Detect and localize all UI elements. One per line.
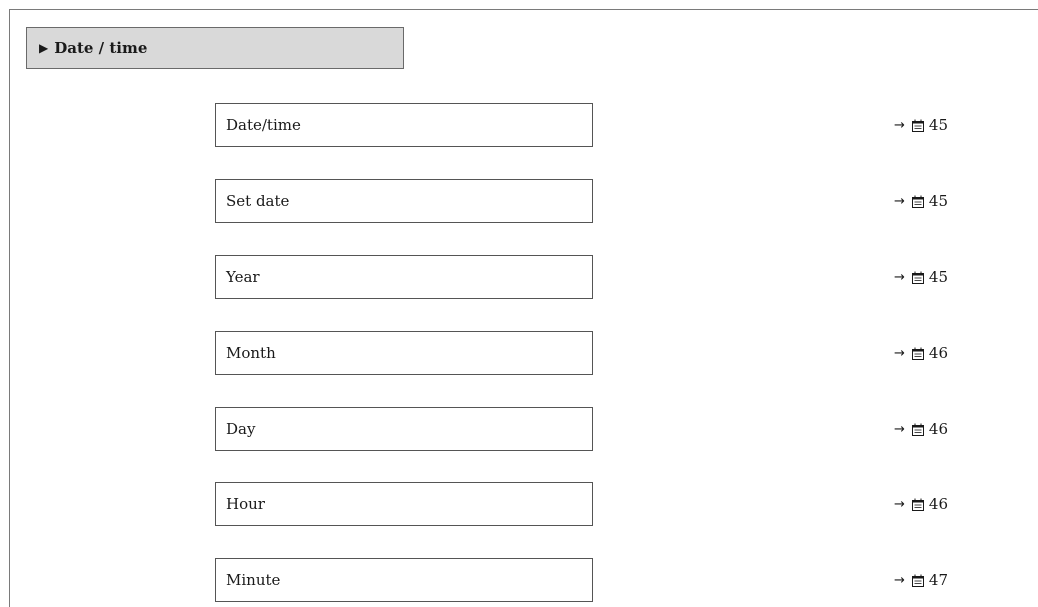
arrow-right-icon: →: [894, 496, 905, 512]
page-number: 46: [928, 420, 948, 438]
parameter-row-minute: Minute → 47: [0, 558, 1038, 602]
page-icon: [911, 195, 924, 208]
page-icon: [911, 574, 924, 587]
page-number: 45: [928, 192, 948, 210]
submenu-header: ▶ Date / time: [26, 27, 404, 69]
page-icon: [911, 498, 924, 511]
parameter-row-hour: Hour → 46: [0, 482, 1038, 526]
page-reference-link[interactable]: → 46: [894, 331, 948, 375]
parameter-row-date-time: Date/time → 45: [0, 103, 1038, 147]
parameter-row-month: Month → 46: [0, 331, 1038, 375]
page-reference-link[interactable]: → 46: [894, 482, 948, 526]
parameter-box: Day: [215, 407, 593, 451]
submenu-title: Date / time: [54, 39, 148, 57]
arrow-right-icon: →: [894, 117, 905, 133]
parameter-box: Set date: [215, 179, 593, 223]
parameter-box: Year: [215, 255, 593, 299]
arrow-right-icon: →: [894, 345, 905, 361]
parameter-box: Hour: [215, 482, 593, 526]
arrow-right-icon: →: [894, 269, 905, 285]
parameter-row-set-date: Set date → 45: [0, 179, 1038, 223]
arrow-right-icon: →: [894, 572, 905, 588]
page-reference-link[interactable]: → 47: [894, 558, 948, 602]
parameter-label: Set date: [226, 192, 290, 210]
parameter-label: Minute: [226, 571, 281, 589]
page-number: 46: [928, 344, 948, 362]
parameter-box: Month: [215, 331, 593, 375]
page-icon: [911, 423, 924, 436]
arrow-right-icon: →: [894, 193, 905, 209]
page-reference-link[interactable]: → 45: [894, 103, 948, 147]
page-number: 47: [928, 571, 948, 589]
page-icon: [911, 271, 924, 284]
page-reference-link[interactable]: → 45: [894, 179, 948, 223]
parameter-label: Month: [226, 344, 276, 362]
parameter-label: Year: [226, 268, 260, 286]
parameter-box: Date/time: [215, 103, 593, 147]
page-icon: [911, 347, 924, 360]
parameter-label: Date/time: [226, 116, 301, 134]
page-number: 46: [928, 495, 948, 513]
page-reference-link[interactable]: → 45: [894, 255, 948, 299]
page-icon: [911, 119, 924, 132]
triangle-right-icon: ▶: [39, 41, 49, 55]
frame-top-border: [9, 9, 1038, 10]
parameter-label: Day: [226, 420, 256, 438]
parameter-row-year: Year → 45: [0, 255, 1038, 299]
page-number: 45: [928, 116, 948, 134]
parameter-row-day: Day → 46: [0, 407, 1038, 451]
page-reference-link[interactable]: → 46: [894, 407, 948, 451]
page-number: 45: [928, 268, 948, 286]
arrow-right-icon: →: [894, 421, 905, 437]
parameter-box: Minute: [215, 558, 593, 602]
parameter-label: Hour: [226, 495, 265, 513]
